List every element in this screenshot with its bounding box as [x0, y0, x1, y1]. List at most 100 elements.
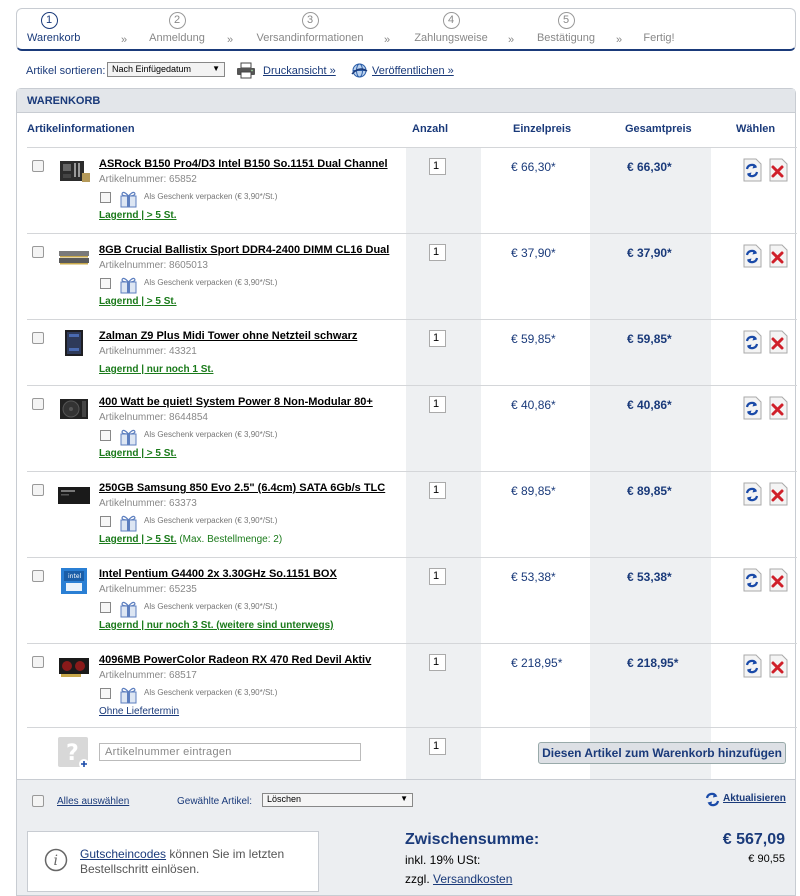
select-all-link[interactable]: Alles auswählen — [57, 796, 129, 807]
item-checkbox[interactable] — [32, 398, 44, 410]
publish-link[interactable]: Veröffentlichen » — [372, 65, 454, 77]
stock-status-text: Lagernd | nur noch 3 St. (weitere sind u… — [99, 620, 334, 631]
stock-status[interactable]: Ohne Liefertermin — [99, 706, 179, 717]
gift-wrap-checkbox[interactable] — [100, 516, 111, 527]
gift-wrap-text: Als Geschenk verpacken (€ 3,90*/St.) — [144, 430, 278, 439]
refresh-doc-icon[interactable] — [741, 654, 763, 678]
stock-status[interactable]: Lagernd | > 5 St. — [99, 210, 177, 221]
cart-item-row: 400 Watt be quiet! System Power 8 Non-Mo… — [27, 385, 797, 471]
stock-status-text: Lagernd | nur noch 1 St. — [99, 364, 214, 375]
gpu-icon — [59, 658, 89, 677]
delete-doc-icon[interactable] — [767, 244, 789, 268]
unit-price: € 59,85* — [511, 332, 556, 346]
article-number-input[interactable]: Artikelnummer eintragen — [99, 743, 361, 761]
item-title[interactable]: 250GB Samsung 850 Evo 2.5" (6.4cm) SATA … — [99, 482, 385, 494]
gift-wrap-checkbox[interactable] — [100, 688, 111, 699]
quantity-input[interactable]: 1 — [429, 158, 446, 175]
quantity-input[interactable]: 1 — [429, 654, 446, 671]
add-quantity-input[interactable]: 1 — [429, 738, 446, 755]
step-label: Zahlungsweise — [414, 32, 488, 44]
quantity-input[interactable]: 1 — [429, 482, 446, 499]
item-checkbox[interactable] — [32, 246, 44, 258]
delete-doc-icon[interactable] — [767, 568, 789, 592]
step-separator: » — [508, 34, 515, 46]
gift-box-icon — [120, 515, 137, 532]
unit-price: € 89,85* — [511, 484, 556, 498]
gift-box-icon — [120, 191, 137, 208]
cart-item-row: Zalman Z9 Plus Midi Tower ohne Netzteil … — [27, 319, 797, 385]
shipping-costs-link[interactable]: Versandkosten — [433, 872, 512, 886]
refresh-doc-icon[interactable] — [741, 482, 763, 506]
stock-status[interactable]: Lagernd | nur noch 1 St. — [99, 364, 213, 375]
globe-icon[interactable] — [351, 62, 368, 79]
subtotal-label: Zwischensumme: — [405, 831, 540, 848]
refresh-doc-icon[interactable] — [741, 396, 763, 420]
print-view-link[interactable]: Druckansicht » — [263, 65, 336, 77]
info-icon: i — [44, 848, 68, 872]
item-article-number: Artikelnummer: 43321 — [99, 346, 197, 357]
quantity-input[interactable]: 1 — [429, 244, 446, 261]
item-title[interactable]: Intel Pentium G4400 2x 3.30GHz So.1151 B… — [99, 568, 337, 580]
shipping-prefix: zzgl. — [405, 872, 434, 886]
item-title[interactable]: Zalman Z9 Plus Midi Tower ohne Netzteil … — [99, 330, 357, 342]
refresh-doc-icon[interactable] — [741, 244, 763, 268]
item-title[interactable]: 400 Watt be quiet! System Power 8 Non-Mo… — [99, 396, 373, 408]
update-link[interactable]: Aktualisieren — [723, 793, 786, 804]
step-separator: » — [616, 34, 623, 46]
refresh-doc-icon[interactable] — [741, 330, 763, 354]
gift-wrap-checkbox[interactable] — [100, 278, 111, 289]
item-title[interactable]: ASRock B150 Pro4/D3 Intel B150 So.1151 D… — [99, 158, 388, 170]
quantity-input[interactable]: 1 — [429, 396, 446, 413]
printer-icon[interactable] — [236, 62, 256, 79]
refresh-icon[interactable] — [705, 791, 720, 808]
total-price: € 89,85* — [627, 484, 672, 498]
item-checkbox[interactable] — [32, 332, 44, 344]
gift-box-icon — [120, 277, 137, 294]
step-warenkorb[interactable]: 1 Warenkorb — [27, 12, 80, 44]
step-label: Bestätigung — [536, 32, 596, 44]
refresh-doc-icon[interactable] — [741, 568, 763, 592]
gift-wrap-text: Als Geschenk verpacken (€ 3,90*/St.) — [144, 278, 278, 287]
quantity-input[interactable]: 1 — [429, 568, 446, 585]
item-checkbox[interactable] — [32, 570, 44, 582]
refresh-doc-icon[interactable] — [741, 158, 763, 182]
step-number: 4 — [442, 12, 460, 29]
item-checkbox[interactable] — [32, 484, 44, 496]
case-icon — [65, 330, 83, 356]
item-article-number: Artikelnummer: 65852 — [99, 174, 197, 185]
svg-text:?: ? — [66, 741, 79, 766]
step-zahlungsweise: 4 Zahlungsweise — [411, 12, 491, 44]
stock-status[interactable]: Lagernd | > 5 St. — [99, 296, 177, 307]
item-checkbox[interactable] — [32, 656, 44, 668]
select-all-checkbox[interactable] — [32, 795, 44, 807]
gift-wrap-checkbox[interactable] — [100, 192, 111, 203]
step-number: 5 — [557, 12, 575, 29]
item-title[interactable]: 8GB Crucial Ballistix Sport DDR4-2400 DI… — [99, 244, 389, 256]
stock-status-text[interactable]: Lagernd | > 5 St. — [99, 534, 177, 545]
add-to-cart-button[interactable]: Diesen Artikel zum Warenkorb hinzufügen — [538, 742, 786, 764]
gift-box-icon — [120, 601, 137, 618]
item-title[interactable]: 4096MB PowerColor Radeon RX 470 Red Devi… — [99, 654, 371, 666]
gift-wrap-checkbox[interactable] — [100, 602, 111, 613]
gift-wrap-text: Als Geschenk verpacken (€ 3,90*/St.) — [144, 192, 278, 201]
stock-status[interactable]: Lagernd | > 5 St. — [99, 448, 177, 459]
sort-select[interactable]: Nach Einfügedatum ▼ — [107, 62, 225, 77]
item-checkbox[interactable] — [32, 160, 44, 172]
mainboard-icon — [60, 161, 90, 182]
coupon-codes-link[interactable]: Gutscheincodes — [80, 847, 166, 861]
stock-status: Lagernd | > 5 St. (Max. Bestellmenge: 2) — [99, 534, 282, 545]
delete-doc-icon[interactable] — [767, 330, 789, 354]
step-bestaetigung: 5 Bestätigung — [534, 12, 598, 44]
chevron-down-icon: ▼ — [400, 794, 408, 803]
gift-wrap-checkbox[interactable] — [100, 430, 111, 441]
delete-doc-icon[interactable] — [767, 482, 789, 506]
stock-status[interactable]: Lagernd | nur noch 3 St. (weitere sind u… — [99, 620, 334, 631]
svg-text:i: i — [54, 853, 58, 869]
delete-doc-icon[interactable] — [767, 654, 789, 678]
gift-box-icon — [120, 429, 137, 446]
svg-text:intel: intel — [68, 573, 82, 580]
quantity-input[interactable]: 1 — [429, 330, 446, 347]
delete-doc-icon[interactable] — [767, 396, 789, 420]
delete-doc-icon[interactable] — [767, 158, 789, 182]
bulk-action-select[interactable]: Löschen ▼ — [262, 793, 413, 807]
